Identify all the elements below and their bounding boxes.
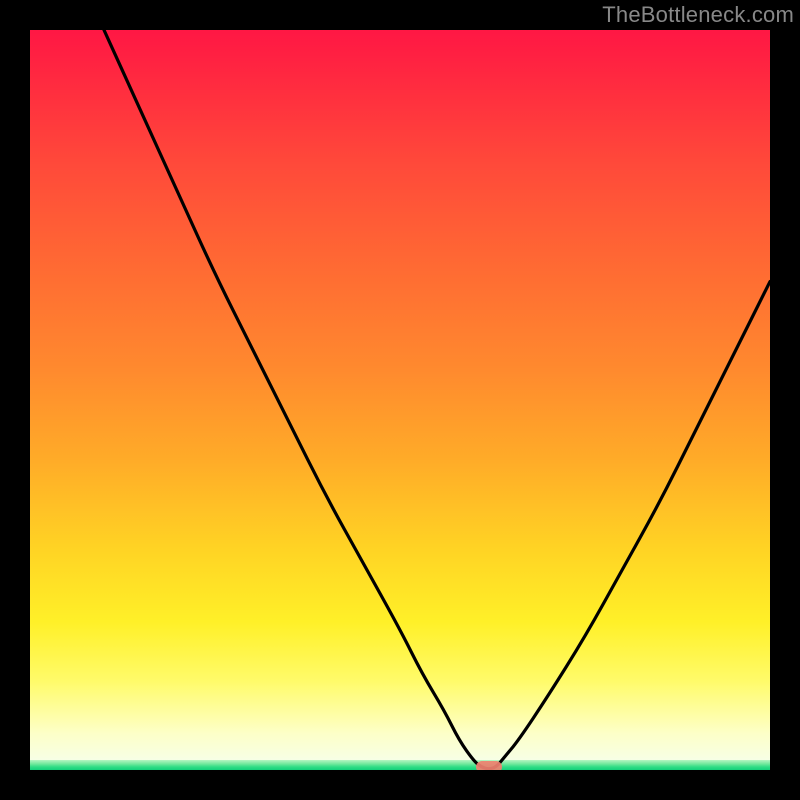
- chart-stage: TheBottleneck.com: [0, 0, 800, 800]
- bottleneck-curve-svg: [30, 30, 770, 770]
- plot-area: [30, 30, 770, 770]
- bottleneck-curve: [104, 30, 770, 769]
- minimum-marker: [476, 761, 502, 770]
- watermark-text: TheBottleneck.com: [602, 2, 794, 28]
